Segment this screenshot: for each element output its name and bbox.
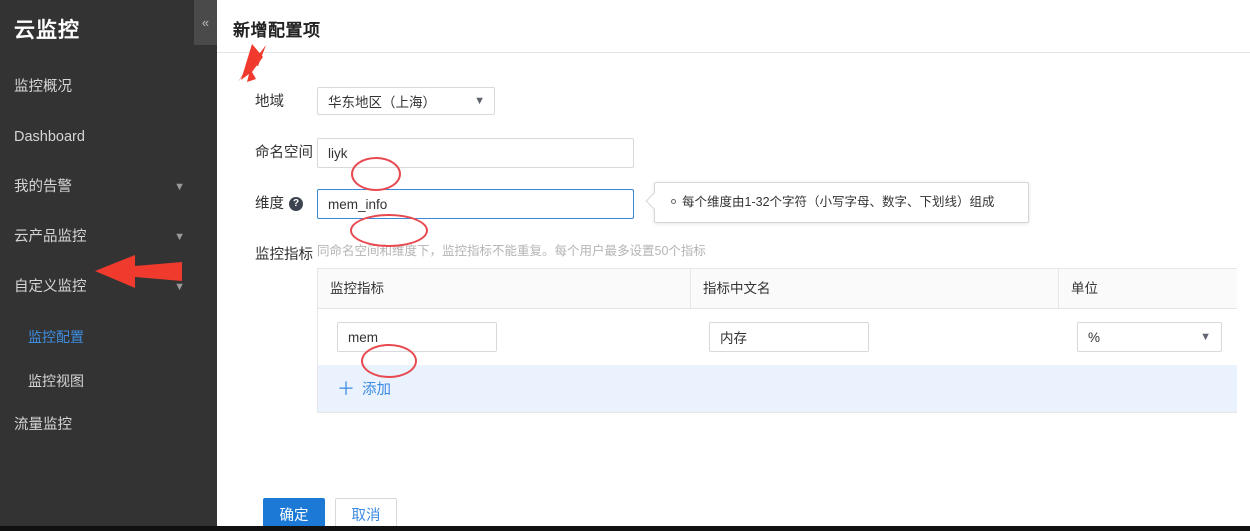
- table-row: % ▼: [318, 309, 1237, 365]
- region-select[interactable]: 华东地区（上海） ▼: [317, 87, 495, 115]
- metrics-table-header: 监控指标 指标中文名 单位: [318, 269, 1237, 309]
- sidebar-item-label: 云产品监控: [14, 229, 87, 245]
- unit-select[interactable]: % ▼: [1077, 322, 1222, 352]
- sidebar: 云监控 « 监控概况 Dashboard 我的告警 ▼ 云产品监控 ▼ 自定义监…: [0, 0, 217, 531]
- brand-title: 云监控: [14, 19, 80, 42]
- sidebar-item-monitor-view[interactable]: 监控视图: [0, 364, 217, 398]
- metrics-hint: 同命名空间和维度下，监控指标不能重复。每个用户最多设置50个指标: [317, 244, 706, 258]
- dimension-label: 维度?: [217, 189, 317, 219]
- form-row-dimension: 维度? 每个维度由1-32个字符（小写字母、数字、下划线）组成: [217, 182, 1250, 223]
- metric-cn-name-input[interactable]: [709, 322, 869, 352]
- tooltip-arrow-icon: [645, 192, 663, 210]
- column-header-unit: 单位: [1058, 269, 1238, 308]
- chevron-down-icon: ▼: [174, 281, 185, 293]
- cell-unit: % ▼: [1058, 322, 1238, 352]
- sidebar-nav: 监控概况 Dashboard 我的告警 ▼ 云产品监控 ▼ 自定义监控 ▼ 监控…: [0, 70, 217, 442]
- metrics-label: 监控指标: [255, 247, 313, 263]
- form-row-namespace: 命名空间: [217, 138, 1250, 168]
- metrics-body: 同命名空间和维度下，监控指标不能重复。每个用户最多设置50个指标 监控指标 指标…: [317, 240, 1237, 413]
- sidebar-item-label: 监控配置: [28, 329, 84, 345]
- plus-icon: ＋: [337, 378, 355, 399]
- sidebar-item-monitor-config[interactable]: 监控配置: [0, 320, 217, 354]
- page-title: 新增配置项: [233, 21, 321, 40]
- dimension-tooltip-text: 每个维度由1-32个字符（小写字母、数字、下划线）组成: [682, 195, 995, 209]
- double-chevron-left-icon: «: [201, 15, 210, 30]
- sidebar-item-label: 监控概况: [14, 79, 72, 95]
- app-root: 云监控 « 监控概况 Dashboard 我的告警 ▼ 云产品监控 ▼ 自定义监…: [0, 0, 1250, 531]
- unit-selected-value: %: [1088, 329, 1101, 345]
- sidebar-item-monitor-overview[interactable]: 监控概况: [0, 70, 217, 104]
- cell-metric-cn: [690, 322, 1058, 352]
- dimension-label-text: 维度: [255, 196, 284, 212]
- form-row-metrics: 监控指标 同命名空间和维度下，监控指标不能重复。每个用户最多设置50个指标 监控…: [217, 240, 1250, 413]
- main-content: 新增配置项 地域 华东地区（上海） ▼ 命名空间 维度?: [217, 0, 1250, 531]
- add-metric-label: 添加: [362, 382, 391, 398]
- cell-metric: [318, 322, 690, 352]
- sidebar-item-label: 我的告警: [14, 179, 72, 195]
- sidebar-collapse-button[interactable]: «: [194, 0, 217, 45]
- chevron-down-icon: ▼: [174, 231, 185, 243]
- sidebar-item-custom-monitor[interactable]: 自定义监控 ▼: [0, 270, 217, 304]
- region-selected-value: 华东地区（上海）: [328, 95, 436, 110]
- column-header-metric: 监控指标: [330, 281, 384, 296]
- namespace-label: 命名空间: [255, 145, 313, 161]
- sidebar-item-label: 监控视图: [28, 373, 84, 389]
- metrics-table: 监控指标 指标中文名 单位 mem 内存 % ▼ ＋ 添加: [317, 268, 1237, 413]
- question-mark-icon[interactable]: ?: [289, 197, 303, 212]
- dimension-input[interactable]: [317, 189, 634, 219]
- metric-name-input[interactable]: [337, 322, 497, 352]
- sidebar-item-traffic-monitor[interactable]: 流量监控: [0, 408, 217, 442]
- namespace-input[interactable]: [317, 138, 634, 168]
- sidebar-item-label: Dashboard: [14, 129, 85, 145]
- column-header-metric-cn: 指标中文名: [690, 269, 1058, 308]
- chevron-down-icon: ▼: [474, 95, 485, 107]
- bullet-icon: [671, 199, 676, 205]
- form-row-region: 地域 华东地区（上海） ▼: [217, 87, 1250, 117]
- bottom-strip: [0, 526, 1250, 531]
- sidebar-item-label: 自定义监控: [14, 279, 87, 295]
- region-label: 地域: [255, 94, 284, 110]
- sidebar-item-my-alarms[interactable]: 我的告警 ▼: [0, 170, 217, 204]
- dimension-tooltip: 每个维度由1-32个字符（小写字母、数字、下划线）组成: [645, 182, 1029, 223]
- chevron-down-icon: ▼: [1200, 331, 1211, 343]
- config-form: 地域 华东地区（上海） ▼ 命名空间 维度? 每个维度由1-32个字: [217, 53, 1250, 413]
- sidebar-item-dashboard[interactable]: Dashboard: [0, 120, 217, 154]
- sidebar-item-cloud-product-monitor[interactable]: 云产品监控 ▼: [0, 220, 217, 254]
- chevron-down-icon: ▼: [174, 181, 185, 193]
- sidebar-item-label: 流量监控: [14, 417, 72, 433]
- add-metric-button[interactable]: ＋ 添加: [318, 365, 1237, 412]
